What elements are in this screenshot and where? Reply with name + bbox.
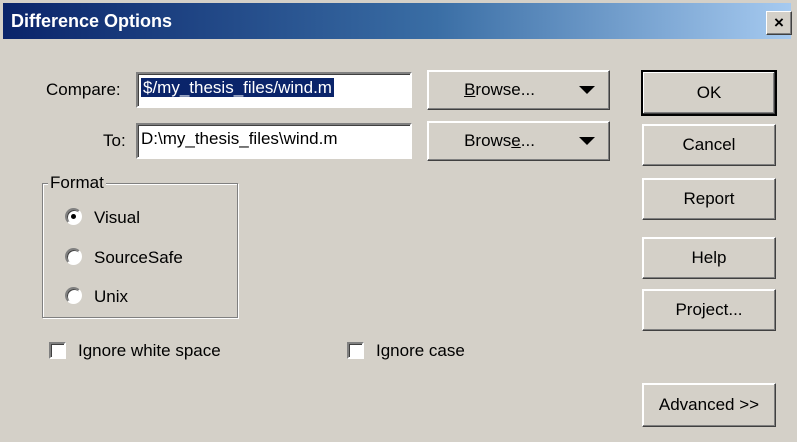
ignore-case-checkbox[interactable] xyxy=(347,342,364,359)
to-input-value: D:\my_thesis_files\wind.m xyxy=(141,129,338,148)
to-browse-button[interactable]: Browse... xyxy=(427,121,610,161)
close-icon: × xyxy=(774,13,784,32)
help-button[interactable]: Help xyxy=(642,237,776,279)
format-group-title: Format xyxy=(48,173,106,193)
compare-label: Compare: xyxy=(46,80,121,99)
report-button[interactable]: Report xyxy=(642,178,776,220)
ignore-white-space-label[interactable]: Ignore white space xyxy=(78,341,221,361)
compare-input-value: $/my_thesis_files/wind.m xyxy=(141,78,334,97)
radio-unix-label[interactable]: Unix xyxy=(94,287,128,307)
ok-button[interactable]: OK xyxy=(641,70,777,116)
compare-browse-button[interactable]: Browse... xyxy=(427,70,610,110)
to-label: To: xyxy=(103,131,126,150)
advanced-button[interactable]: Advanced >> xyxy=(642,383,776,427)
to-browse-label: Browse... xyxy=(464,131,535,150)
window-title: Difference Options xyxy=(11,11,173,31)
radio-sourcesafe-label[interactable]: SourceSafe xyxy=(94,248,183,268)
radio-selected-dot-icon xyxy=(71,214,76,219)
radio-sourcesafe[interactable] xyxy=(65,248,82,265)
project-button[interactable]: Project... xyxy=(642,289,776,331)
dropdown-arrow-icon xyxy=(579,86,595,94)
title-bar[interactable]: Difference Options × xyxy=(3,3,792,39)
cancel-button[interactable]: Cancel xyxy=(642,124,776,166)
to-input[interactable]: D:\my_thesis_files\wind.m xyxy=(136,123,412,159)
close-button[interactable]: × xyxy=(766,11,792,35)
compare-input[interactable]: $/my_thesis_files/wind.m xyxy=(136,72,412,108)
difference-options-dialog: Difference Options × Compare: $/my_thesi… xyxy=(0,0,797,442)
dropdown-arrow-icon xyxy=(579,137,595,145)
radio-visual-label[interactable]: Visual xyxy=(94,208,140,228)
ignore-white-space-checkbox[interactable] xyxy=(49,342,66,359)
ignore-case-label[interactable]: Ignore case xyxy=(376,341,465,361)
radio-unix[interactable] xyxy=(65,287,82,304)
radio-visual[interactable] xyxy=(65,208,82,225)
compare-browse-label: Browse... xyxy=(464,80,535,99)
